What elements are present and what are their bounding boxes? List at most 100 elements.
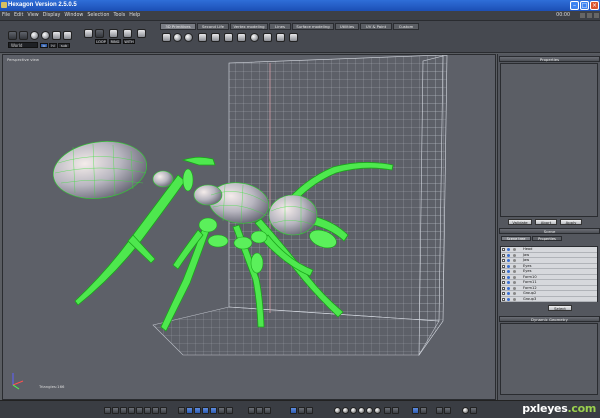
rotate-view-icon[interactable] bbox=[264, 407, 271, 414]
cube-select-icon[interactable] bbox=[84, 29, 93, 38]
plane-primitive-icon[interactable] bbox=[263, 33, 272, 42]
textured-display-icon[interactable] bbox=[202, 407, 209, 414]
tab-scene-tree[interactable]: Scene tree bbox=[501, 236, 531, 241]
bbox-display-icon[interactable] bbox=[218, 407, 225, 414]
tab-uv-paint[interactable]: UV & Paint bbox=[360, 23, 392, 30]
scene-item[interactable]: Group3 bbox=[501, 296, 597, 302]
layout-single-icon[interactable] bbox=[104, 407, 111, 414]
render-save-icon[interactable] bbox=[436, 407, 443, 414]
scene-header[interactable]: Scene bbox=[499, 228, 600, 234]
chip-loop[interactable]: LOOP bbox=[95, 39, 107, 44]
menu-file[interactable]: File bbox=[0, 11, 12, 21]
lasso-icon[interactable] bbox=[8, 31, 17, 40]
ao-sphere-icon[interactable] bbox=[366, 407, 373, 414]
render-output-icon[interactable] bbox=[444, 407, 451, 414]
properties-header[interactable]: Properties bbox=[499, 56, 600, 62]
cube-object-icon[interactable] bbox=[137, 29, 146, 38]
tab-scene-properties[interactable]: Properties bbox=[532, 236, 562, 241]
shadow-sphere-icon[interactable] bbox=[358, 407, 365, 414]
pan-icon[interactable] bbox=[256, 407, 263, 414]
fit-view-icon[interactable] bbox=[298, 407, 305, 414]
validate-button[interactable]: Validate bbox=[508, 219, 532, 225]
menu-window[interactable]: Window bbox=[62, 11, 85, 21]
menu-selection[interactable]: Selection bbox=[85, 11, 111, 21]
torus-primitive-icon[interactable] bbox=[250, 33, 259, 42]
edges-display-icon[interactable] bbox=[226, 407, 233, 414]
layout-split-icon[interactable] bbox=[112, 407, 119, 414]
paint-select-icon[interactable] bbox=[19, 31, 28, 40]
cube-face-icon[interactable] bbox=[95, 29, 104, 38]
layout-camera-icon[interactable] bbox=[160, 407, 167, 414]
menu-minimize-icon[interactable] bbox=[580, 13, 585, 18]
menu-restore-icon[interactable] bbox=[587, 13, 592, 18]
sphere-primitive-icon[interactable] bbox=[173, 33, 182, 42]
render-stop-icon[interactable] bbox=[420, 407, 427, 414]
chip-hi[interactable]: hi bbox=[49, 43, 57, 48]
env-sphere-icon[interactable] bbox=[350, 407, 357, 414]
render-preview-icon[interactable] bbox=[412, 407, 419, 414]
cone-primitive-icon[interactable] bbox=[224, 33, 233, 42]
layout-front-icon[interactable] bbox=[136, 407, 143, 414]
dynamic-geometry-header[interactable]: Dynamic Geometry bbox=[499, 316, 600, 322]
tab-lines[interactable]: Lines bbox=[269, 23, 291, 30]
scene-tree[interactable]: Head Jaw Jaw Eyes Eyes Form10 Form11 For… bbox=[500, 246, 598, 302]
chip-lo[interactable]: lo bbox=[40, 43, 48, 48]
pyramid-primitive-icon[interactable] bbox=[237, 33, 246, 42]
zoom-icon[interactable] bbox=[248, 407, 255, 414]
abort-button[interactable]: Abort bbox=[535, 219, 557, 225]
tube-primitive-icon[interactable] bbox=[289, 33, 298, 42]
menu-edit[interactable]: Edit bbox=[12, 11, 25, 21]
world-dropdown[interactable]: World bbox=[8, 42, 38, 48]
menu-tools[interactable]: Tools bbox=[111, 11, 127, 21]
grid-toggle-icon[interactable] bbox=[178, 407, 185, 414]
tab-utilities[interactable]: Utilities bbox=[335, 23, 359, 30]
material-sphere-icon[interactable] bbox=[334, 407, 341, 414]
chip-with[interactable]: WITH bbox=[123, 39, 135, 44]
chip-ring[interactable]: RING bbox=[109, 39, 121, 44]
cube-vertex-icon[interactable] bbox=[123, 29, 132, 38]
render-region-icon[interactable] bbox=[392, 407, 399, 414]
menu-bar: File Edit View Display Window Selection Tools H… bbox=[0, 11, 600, 21]
layout-persp-icon[interactable] bbox=[152, 407, 159, 414]
menu-close-icon[interactable] bbox=[594, 13, 599, 18]
toolbar-area: World lo hi sub LOOP RING WITH 3D Primit… bbox=[0, 21, 600, 53]
sphere-move-icon[interactable] bbox=[41, 31, 50, 40]
shaded-display-icon[interactable] bbox=[194, 407, 201, 414]
menu-view[interactable]: View bbox=[25, 11, 40, 21]
minimize-button[interactable]: – bbox=[570, 1, 579, 10]
smooth-display-icon[interactable] bbox=[210, 407, 217, 414]
chip-sub[interactable]: sub bbox=[58, 43, 70, 48]
select-button[interactable]: Select bbox=[548, 305, 572, 311]
layout-quad-icon[interactable] bbox=[120, 407, 127, 414]
cylinder-primitive-icon[interactable] bbox=[211, 33, 220, 42]
layout-side-icon[interactable] bbox=[144, 407, 151, 414]
tab-custom[interactable]: Custom bbox=[393, 23, 419, 30]
sphere-select-icon[interactable] bbox=[30, 31, 39, 40]
menu-display[interactable]: Display bbox=[41, 11, 63, 21]
disc-primitive-icon[interactable] bbox=[276, 33, 285, 42]
viewport[interactable]: Perspective view Triangles:166 bbox=[2, 54, 496, 400]
tab-vertex-modeling[interactable]: Vertex modeling bbox=[230, 23, 268, 30]
light-sphere-icon[interactable] bbox=[342, 407, 349, 414]
magnet-icon[interactable] bbox=[63, 31, 72, 40]
wire-display-icon[interactable] bbox=[186, 407, 193, 414]
menu-help[interactable]: Help bbox=[127, 11, 142, 21]
cube-primitive-icon[interactable] bbox=[162, 33, 171, 42]
box-primitive-icon[interactable] bbox=[198, 33, 207, 42]
tab-surface-modeling[interactable]: Surface modeling bbox=[292, 23, 334, 30]
ellipsoid-primitive-icon[interactable] bbox=[184, 33, 193, 42]
frame-view-icon[interactable] bbox=[306, 407, 313, 414]
center-view-icon[interactable] bbox=[290, 407, 297, 414]
close-button[interactable]: × bbox=[590, 1, 599, 10]
render-sphere-icon[interactable] bbox=[462, 407, 469, 414]
maximize-button[interactable]: □ bbox=[580, 1, 589, 10]
tab-second-life[interactable]: Second Life bbox=[197, 23, 229, 30]
apply-button[interactable]: Apply bbox=[560, 219, 582, 225]
render-queue-icon[interactable] bbox=[470, 407, 477, 414]
layout-top-icon[interactable] bbox=[128, 407, 135, 414]
lock-icon[interactable] bbox=[52, 31, 61, 40]
tab-3d-primitives[interactable]: 3D Primitives bbox=[160, 23, 196, 30]
render-settings-icon[interactable] bbox=[384, 407, 391, 414]
gi-sphere-icon[interactable] bbox=[374, 407, 381, 414]
cube-edge-icon[interactable] bbox=[109, 29, 118, 38]
